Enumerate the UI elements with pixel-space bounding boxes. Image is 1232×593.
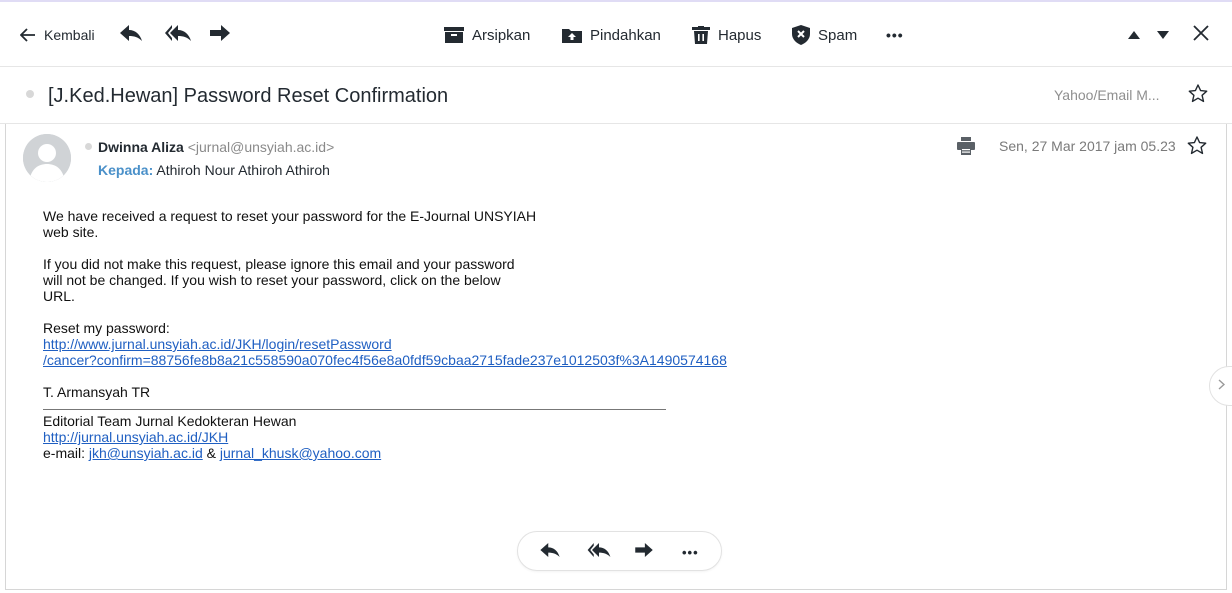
print-icon[interactable] [957, 137, 975, 160]
archive-button[interactable]: Arsipkan [444, 2, 530, 68]
archive-icon [444, 27, 464, 43]
message-date: Sen, 27 Mar 2017 jam 05.23 [999, 138, 1176, 154]
message-toolbar: Kembali Arsipkan Pindahkan Hapus Spam ••… [0, 0, 1232, 66]
reset-password-link-continued[interactable]: /cancer?confirm=88756fe8b8a21c558590a070… [43, 352, 727, 368]
reply-button[interactable] [120, 2, 142, 68]
quick-reply-button[interactable] [540, 532, 560, 572]
reply-all-icon [165, 24, 191, 46]
back-button[interactable]: Kembali [20, 2, 95, 68]
move-button[interactable]: Pindahkan [562, 2, 661, 68]
quick-more-button[interactable]: ••• [682, 532, 699, 572]
email-prefix: e-mail: [43, 445, 89, 461]
unread-dot[interactable] [26, 90, 34, 98]
recipient-line: Kepada: Athiroh Nour Athiroh Athiroh [98, 162, 330, 178]
delete-button[interactable]: Hapus [692, 2, 761, 68]
close-icon [1193, 24, 1209, 46]
body-text: If you did not make this request, please… [43, 256, 515, 272]
spam-shield-icon [792, 25, 810, 45]
reply-all-button[interactable] [165, 2, 191, 68]
body-text: web site. [43, 224, 99, 240]
body-text: URL. [43, 288, 75, 304]
reply-all-icon [587, 542, 611, 562]
chevron-right-icon [1218, 377, 1226, 395]
reset-label: Reset my password: [43, 320, 170, 336]
archive-label: Arsipkan [472, 26, 531, 44]
to-label: Kepada: [98, 162, 154, 178]
team-line: Editorial Team Jurnal Kedokteran Hewan [43, 413, 297, 429]
move-icon [562, 27, 582, 43]
star-icon[interactable] [1188, 84, 1208, 108]
move-label: Pindahkan [590, 26, 661, 44]
email-link-yahoo[interactable]: jurnal_khusk@yahoo.com [220, 445, 381, 461]
body-text: We have received a request to reset your… [43, 208, 537, 224]
reply-icon [120, 24, 142, 46]
more-icon: ••• [886, 27, 904, 43]
email-link-jkh[interactable]: jkh@unsyiah.ac.id [89, 445, 203, 461]
signature-divider [43, 409, 666, 410]
avatar-icon[interactable] [23, 134, 71, 182]
spam-label: Spam [818, 26, 858, 44]
quick-reply-bar: ••• [517, 531, 722, 571]
body-text: will not be changed. If you wish to rese… [43, 272, 501, 288]
sender-email[interactable]: <jurnal@unsyiah.ac.id> [188, 139, 335, 155]
sender-line: Dwinna Aliza <jurnal@unsyiah.ac.id> [98, 139, 334, 155]
subject-bar: [J.Ked.Hewan] Password Reset Confirmatio… [0, 66, 1232, 124]
sender-name[interactable]: Dwinna Aliza [98, 139, 184, 155]
folder-label[interactable]: Yahoo/Email M... [1054, 87, 1160, 103]
forward-icon [635, 542, 653, 562]
quick-forward-button[interactable] [635, 532, 653, 572]
email-separator: & [202, 445, 220, 461]
message-star-icon[interactable] [1187, 136, 1207, 160]
signature-name: T. Armansyah TR [43, 384, 151, 400]
previous-message-button[interactable] [1128, 2, 1140, 68]
back-label: Kembali [44, 27, 95, 43]
forward-button[interactable] [210, 2, 230, 68]
more-icon: ••• [682, 544, 699, 560]
forward-icon [210, 24, 230, 46]
delete-label: Hapus [718, 26, 762, 44]
spam-button[interactable]: Spam [792, 2, 857, 68]
message-body: We have received a request to reset your… [43, 208, 727, 461]
contact-line: e-mail: jkh@unsyiah.ac.id & jurnal_khusk… [43, 445, 727, 461]
recipient-name[interactable]: Athiroh Nour Athiroh Athiroh [156, 162, 330, 178]
journal-link[interactable]: http://jurnal.unsyiah.ac.id/JKH [43, 429, 228, 445]
up-triangle-icon [1128, 26, 1140, 44]
back-arrow-icon [20, 28, 36, 42]
quick-reply-all-button[interactable] [587, 532, 611, 572]
sender-status-dot [85, 143, 92, 150]
close-button[interactable] [1193, 2, 1209, 68]
next-message-button[interactable] [1157, 2, 1169, 68]
more-actions-button[interactable]: ••• [886, 2, 904, 68]
email-subject: [J.Ked.Hewan] Password Reset Confirmatio… [48, 85, 449, 107]
trash-icon [692, 26, 710, 44]
down-triangle-icon [1157, 26, 1169, 44]
reply-icon [540, 542, 560, 562]
message-card: Dwinna Aliza <jurnal@unsyiah.ac.id> Kepa… [5, 124, 1227, 590]
reset-password-link[interactable]: http://www.jurnal.unsyiah.ac.id/JKH/logi… [43, 336, 392, 352]
